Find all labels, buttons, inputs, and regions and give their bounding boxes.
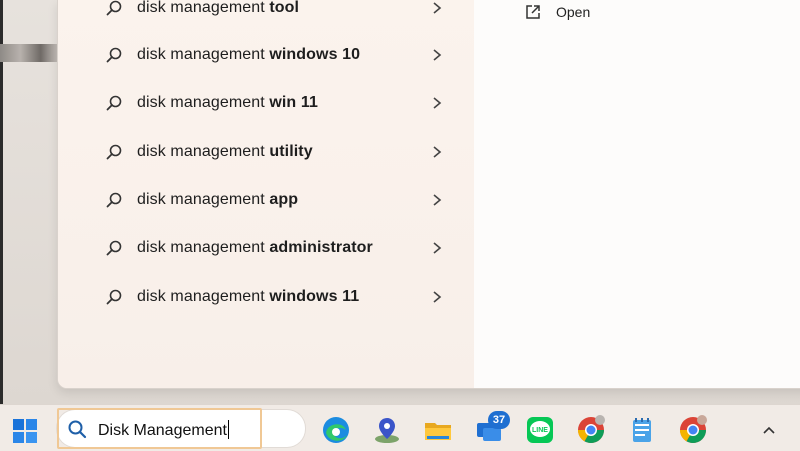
open-external-icon xyxy=(526,5,540,19)
open-label: Open xyxy=(556,4,591,20)
suggestion-disk-management-tool[interactable]: disk management tool xyxy=(58,0,474,28)
taskbar-search-box[interactable]: Disk Management xyxy=(57,410,305,447)
search-icon xyxy=(106,47,122,63)
search-icon xyxy=(106,192,122,208)
chevron-right-icon xyxy=(433,146,442,158)
text-caret xyxy=(227,420,229,439)
suggestion-label: disk management app xyxy=(137,191,299,208)
maps-icon[interactable] xyxy=(372,415,402,445)
svg-text:LINE: LINE xyxy=(532,427,548,434)
search-input[interactable]: Disk Management xyxy=(98,420,229,440)
search-icon xyxy=(106,144,122,160)
suggestion-disk-management-windows-10[interactable]: disk management windows 10 xyxy=(58,35,474,75)
chevron-right-icon xyxy=(433,291,442,303)
search-icon xyxy=(106,240,122,256)
search-icon xyxy=(106,289,122,305)
suggestion-label: disk management windows 11 xyxy=(137,288,360,305)
desktop-wallpaper-strip xyxy=(0,44,58,62)
open-action[interactable]: Open xyxy=(506,0,656,26)
suggestion-label: disk management administrator xyxy=(137,239,373,256)
suggestion-label: disk management tool xyxy=(137,0,300,16)
search-icon xyxy=(106,0,122,16)
result-details-pane: Open xyxy=(474,0,800,388)
line-icon[interactable]: LINE xyxy=(525,415,555,445)
suggestion-disk-management-utility[interactable]: disk management utility xyxy=(58,132,474,172)
suggestion-disk-management-app[interactable]: disk management app xyxy=(58,180,474,220)
chrome-profile-icon[interactable] xyxy=(678,415,708,445)
chevron-up-icon[interactable] xyxy=(760,423,778,437)
chevron-right-icon xyxy=(433,242,442,254)
chrome-icon[interactable] xyxy=(576,415,606,445)
suggestion-disk-management-administrator[interactable]: disk management administrator xyxy=(58,228,474,268)
chevron-right-icon xyxy=(433,2,442,14)
search-icon xyxy=(68,420,87,439)
suggestion-disk-management-win-11[interactable]: disk management win 11 xyxy=(58,83,474,123)
notification-badge: 37 xyxy=(488,411,510,429)
edge-icon[interactable] xyxy=(321,415,351,445)
search-suggestions: disk management tool disk management win… xyxy=(58,0,474,388)
suggestion-disk-management-windows-11[interactable]: disk management windows 11 xyxy=(58,277,474,317)
taskbar: Disk Management 37 LINE xyxy=(0,404,800,451)
suggestion-label: disk management windows 10 xyxy=(137,46,361,63)
suggestion-label: disk management win 11 xyxy=(137,94,318,111)
chevron-right-icon xyxy=(433,194,442,206)
windows-start-icon[interactable] xyxy=(10,416,40,446)
suggestion-label: disk management utility xyxy=(137,143,313,160)
search-icon xyxy=(106,95,122,111)
notepad-icon[interactable] xyxy=(627,415,657,445)
chevron-right-icon xyxy=(433,97,442,109)
chevron-right-icon xyxy=(433,49,442,61)
file-explorer-icon[interactable] xyxy=(423,415,453,445)
search-panel: disk management tool disk management win… xyxy=(57,0,800,389)
